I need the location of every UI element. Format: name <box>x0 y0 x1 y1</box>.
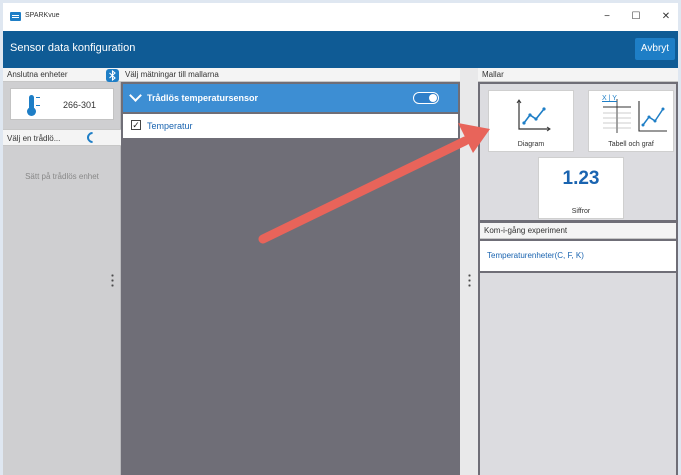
cancel-button[interactable]: Avbryt <box>635 38 675 60</box>
templates-grid: Diagram X | Y Tabell och graf 1.23 Siffr… <box>480 84 676 220</box>
graph-icon <box>516 99 551 132</box>
device-card[interactable]: 266-301 <box>10 88 114 120</box>
table-header-text: X | Y <box>602 95 617 102</box>
templates-header-label: Mallar <box>482 70 504 79</box>
title-bar: SPARKvue − ☐ ✕ <box>3 3 678 31</box>
connected-devices-label: Anslutna enheter <box>7 70 68 79</box>
quickstart-empty-area <box>480 273 676 475</box>
sensor-name: Trådlös temperatursensor <box>147 93 259 103</box>
wireless-device-label: Välj en trådlö... <box>7 134 61 143</box>
app-title: SPARKvue <box>25 12 60 19</box>
templates-header: Mallar <box>478 68 678 82</box>
thermometer-icon <box>27 95 36 116</box>
measurement-label: Temperatur <box>147 121 193 131</box>
page-title: Sensor data konfiguration <box>10 42 136 54</box>
bluetooth-icon <box>109 70 116 81</box>
thermometer-ticks <box>36 97 40 106</box>
wireless-device-selector[interactable]: Välj en trådlö... <box>3 129 121 146</box>
measurements-header-label: Välj mätningar till mallarna <box>125 70 219 79</box>
measurements-panel: Välj mätningar till mallarna Trådlös tem… <box>121 68 460 475</box>
quickstart-header-label: Kom-i-gång experiment <box>484 226 568 235</box>
digits-icon: 1.23 <box>562 168 600 189</box>
template-digits-label: Siffror <box>571 208 591 215</box>
maximize-button[interactable]: ☐ <box>629 10 643 24</box>
minimize-button[interactable]: − <box>600 10 614 24</box>
measurement-row[interactable]: ✓ Temperatur <box>123 114 458 138</box>
toggle-knob <box>429 94 437 102</box>
wireless-hint: Sätt på trådlös enhet <box>25 172 99 181</box>
template-diagram-label: Diagram <box>517 141 545 148</box>
template-diagram[interactable]: Diagram <box>488 90 574 152</box>
panel-divider <box>460 68 478 475</box>
app-window: SPARKvue − ☐ ✕ Sensor data konfiguration… <box>3 3 678 475</box>
loading-spinner-icon <box>84 129 101 146</box>
chevron-down-icon[interactable] <box>129 89 142 102</box>
template-table-graph-label: Tabell och graf <box>608 141 654 148</box>
sensor-toggle[interactable] <box>413 92 439 104</box>
sparkvue-logo-icon <box>10 12 21 21</box>
sensor-row[interactable]: Trådlös temperatursensor <box>123 84 458 112</box>
device-id: 266-301 <box>63 100 97 110</box>
connected-devices-panel: Anslutna enheter 266-301 Välj en trådlö.… <box>3 68 121 475</box>
measurements-header: Välj mätningar till mallarna <box>121 68 460 82</box>
resize-handle-right[interactable] <box>468 273 471 287</box>
quickstart-header: Kom-i-gång experiment <box>480 223 676 239</box>
template-table-graph[interactable]: X | Y Tabell och graf <box>588 90 674 152</box>
templates-panel: Mallar Diagram X | Y Tabell och graf 1.2… <box>478 68 678 475</box>
connected-devices-header: Anslutna enheter <box>3 68 121 82</box>
bluetooth-button[interactable] <box>106 69 119 82</box>
quickstart-item-label: Temperaturenheter(C, F, K) <box>487 251 584 260</box>
measurement-checkbox[interactable]: ✓ <box>131 120 141 130</box>
quickstart-item[interactable]: Temperaturenheter(C, F, K) <box>480 241 676 271</box>
close-button[interactable]: ✕ <box>659 10 673 24</box>
page-header: Sensor data konfiguration Avbryt <box>3 31 678 68</box>
template-digits[interactable]: 1.23 Siffror <box>538 157 624 219</box>
resize-handle-left[interactable] <box>111 273 114 287</box>
